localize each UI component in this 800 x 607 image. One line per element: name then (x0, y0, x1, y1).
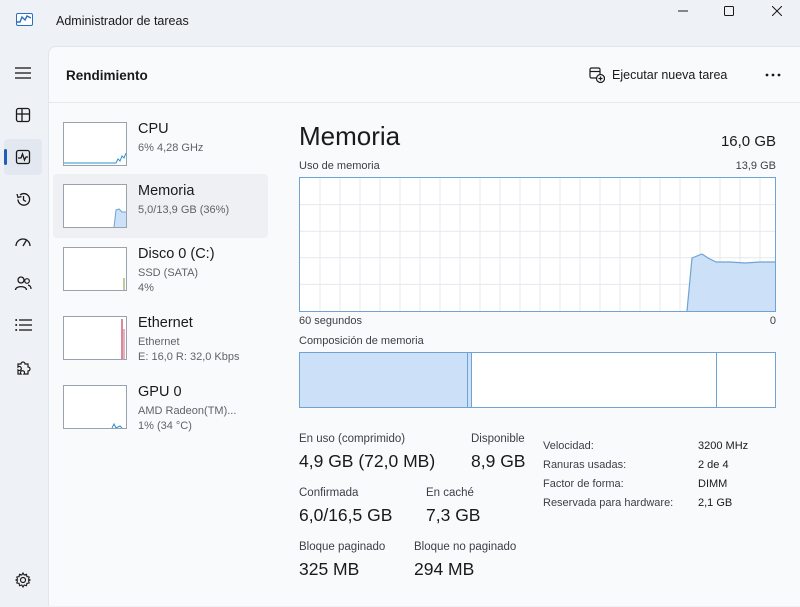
stat-value: 294 MB (414, 559, 475, 579)
speedometer-icon (15, 238, 31, 247)
detail-key: Factor de forma: (543, 478, 624, 490)
detail-row-slots: Ranuras usadas: 2 de 4 (543, 459, 783, 478)
memory-composition-label: Composición de memoria (299, 335, 424, 347)
stat-label: Bloque no paginado (414, 541, 517, 553)
maximize-button[interactable] (706, 0, 752, 22)
disk-thumbnail-graph (63, 247, 127, 291)
resource-item-memory[interactable]: Memoria 5,0/13,9 GB (36%) (53, 174, 268, 238)
run-task-icon (589, 67, 605, 83)
hamburger-menu-button[interactable] (4, 55, 42, 91)
nav-processes[interactable] (4, 97, 42, 133)
run-new-task-label: Ejecutar nueva tarea (612, 68, 728, 82)
details-list-icon (14, 319, 32, 331)
nav-rail (0, 46, 48, 607)
nav-startup-apps[interactable] (4, 223, 42, 259)
stat-label: Confirmada (299, 487, 359, 499)
resource-name: Memoria (138, 183, 195, 199)
main-panel: Rendimiento Ejecutar nueva tarea CPU 6% … (48, 46, 800, 606)
detail-value: 3200 MHz (698, 440, 749, 452)
resource-detail-2: 1% (34 °C) (138, 420, 192, 432)
run-new-task-button[interactable]: Ejecutar nueva tarea (589, 63, 727, 87)
resource-detail: 5,0/13,9 GB (36%) (138, 204, 230, 216)
more-dots-icon (765, 73, 781, 77)
resource-detail: 6% 4,28 GHz (138, 142, 204, 154)
memory-title: Memoria (299, 121, 401, 151)
stat-in-use: En uso (comprimido) 4,9 GB (72,0 MB) (299, 433, 435, 472)
resource-detail-2: E: 16,0 R: 32,0 Kbps (138, 351, 240, 363)
ethernet-thumbnail-graph (63, 316, 127, 360)
graph-axis-right-label: 0 (769, 315, 776, 327)
stat-cached: En caché 7,3 GB (426, 487, 480, 526)
window-title: Administrador de tareas (56, 14, 189, 28)
resource-item-disk[interactable]: Disco 0 (C:) SSD (SATA) 4% (53, 237, 268, 301)
detail-value: 2,1 GB (698, 497, 733, 509)
memory-total: 16,0 GB (720, 133, 776, 150)
graph-axis-left-label: 60 segundos (299, 315, 362, 327)
composition-standby-segment[interactable] (472, 353, 717, 407)
gpu-thumbnail-graph (63, 385, 127, 429)
detail-row-hardware-reserved: Reservada para hardware: 2,1 GB (543, 497, 783, 516)
memory-usage-graph (299, 177, 776, 312)
settings-gear-icon (15, 572, 31, 588)
more-options-button[interactable] (759, 63, 787, 87)
detail-row-form-factor: Factor de forma: DIMM (543, 478, 783, 497)
resource-detail: SSD (SATA) (138, 267, 199, 279)
stat-label: En uso (comprimido) (299, 433, 406, 445)
composition-free-segment[interactable] (717, 353, 775, 407)
detail-key: Ranuras usadas: (543, 459, 627, 471)
performance-icon (15, 149, 31, 165)
resource-detail: AMD Radeon(TM)... (138, 405, 237, 417)
stat-label: Bloque paginado (299, 541, 386, 553)
minimize-button[interactable] (660, 0, 706, 22)
stat-value: 4,9 GB (72,0 MB) (299, 451, 436, 471)
page-title: Rendimiento (66, 68, 148, 83)
memory-usage-max: 13,9 GB (735, 160, 776, 172)
memory-usage-label: Uso de memoria (299, 160, 380, 172)
users-icon (14, 276, 32, 291)
resource-item-gpu[interactable]: GPU 0 AMD Radeon(TM)... 1% (34 °C) (53, 375, 268, 439)
active-indicator (4, 149, 7, 165)
stat-label: En caché (426, 487, 474, 499)
stat-value: 6,0/16,5 GB (299, 505, 393, 525)
composition-in-use-segment[interactable] (300, 353, 468, 407)
nav-users[interactable] (4, 265, 42, 301)
processes-icon (15, 107, 31, 123)
nav-settings[interactable] (4, 562, 42, 598)
memory-composition-bar[interactable] (299, 352, 776, 408)
resource-item-cpu[interactable]: CPU 6% 4,28 GHz (53, 110, 268, 174)
history-icon (15, 192, 30, 206)
stat-value: 7,3 GB (426, 505, 481, 525)
resource-item-ethernet[interactable]: Ethernet Ethernet E: 16,0 R: 32,0 Kbps (53, 306, 268, 370)
nav-services[interactable] (4, 349, 42, 385)
services-puzzle-icon (16, 360, 31, 375)
resource-name: CPU (138, 121, 169, 137)
stat-committed: Confirmada 6,0/16,5 GB (299, 487, 392, 526)
resource-detail-2: 4% (138, 282, 154, 294)
stat-nonpaged-pool: Bloque no paginado 294 MB (414, 541, 516, 580)
page-header: Rendimiento Ejecutar nueva tarea (49, 47, 800, 103)
stat-label: Disponible (471, 433, 525, 445)
task-manager-icon (16, 13, 33, 26)
detail-row-speed: Velocidad: 3200 MHz (543, 440, 783, 459)
hamburger-icon (15, 67, 31, 79)
detail-value: 2 de 4 (698, 459, 729, 471)
stat-available: Disponible 8,9 GB (471, 433, 525, 472)
stat-value: 325 MB (299, 559, 360, 579)
resource-name: Ethernet (138, 315, 193, 331)
title-bar: Administrador de tareas (0, 0, 800, 46)
resource-detail: Ethernet (138, 336, 180, 348)
resource-name: GPU 0 (138, 384, 182, 400)
close-button[interactable] (754, 0, 800, 22)
detail-value: DIMM (698, 478, 728, 490)
nav-details[interactable] (4, 307, 42, 343)
resource-name: Disco 0 (C:) (138, 246, 215, 262)
memory-thumbnail-graph (63, 184, 127, 228)
detail-key: Velocidad: (543, 440, 594, 452)
cpu-thumbnail-graph (63, 122, 127, 166)
nav-app-history[interactable] (4, 181, 42, 217)
stat-paged-pool: Bloque paginado 325 MB (299, 541, 385, 580)
detail-key: Reservada para hardware: (543, 497, 674, 509)
nav-performance[interactable] (4, 139, 42, 175)
stat-value: 8,9 GB (471, 451, 526, 471)
